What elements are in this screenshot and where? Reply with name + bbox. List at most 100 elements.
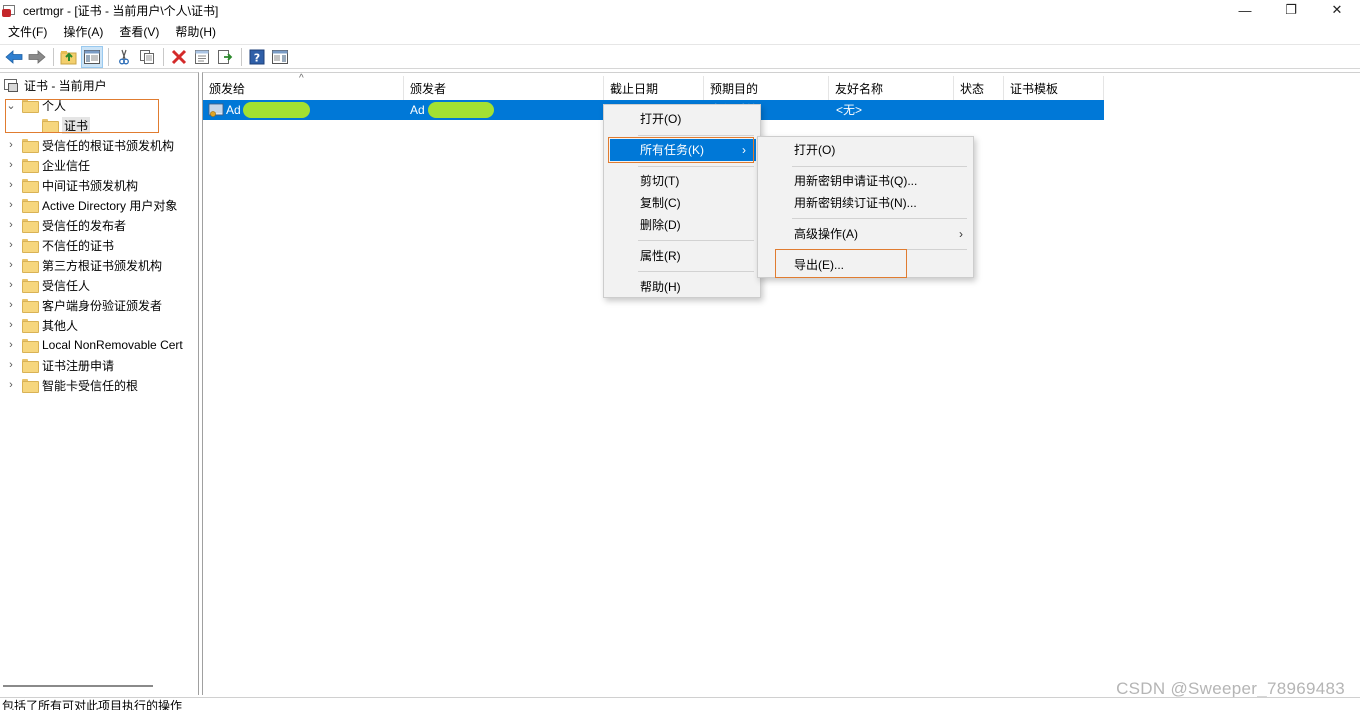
chevron-down-icon[interactable]: ⌄ — [5, 95, 17, 115]
tree-item[interactable]: › 受信任人 — [5, 275, 90, 295]
tree-item[interactable]: › 智能卡受信任的根 — [5, 375, 138, 395]
folder-icon — [22, 259, 39, 273]
context-menu-item-delete[interactable]: 删除(D) — [604, 214, 760, 236]
tree-root-label: 证书 - 当前用户 — [24, 78, 107, 93]
column-header-expiration[interactable]: 截止日期 — [604, 76, 704, 100]
cell-friendly-name: <无> — [836, 103, 863, 117]
tree-item-label: 个人 — [42, 98, 67, 113]
menu-action[interactable]: 操作(A) — [55, 21, 111, 43]
horizontal-scrollbar[interactable] — [3, 685, 153, 687]
menu-separator — [792, 166, 967, 167]
tree-item-label: 不信任的证书 — [42, 238, 115, 253]
copy-icon[interactable] — [136, 46, 158, 68]
tree-item[interactable]: › 受信任的发布者 — [5, 215, 126, 235]
menu-view[interactable]: 查看(V) — [111, 21, 167, 43]
chevron-right-icon[interactable]: › — [5, 135, 17, 155]
tree-item[interactable]: › 客户端身份验证颁发者 — [5, 295, 162, 315]
toolbar-separator — [241, 47, 242, 66]
menu-separator — [638, 135, 754, 136]
context-menu-item-copy[interactable]: 复制(C) — [604, 192, 760, 214]
context-menu-item-all-tasks[interactable]: 所有任务(K) › — [610, 139, 756, 161]
chevron-right-icon[interactable]: › — [5, 155, 17, 175]
submenu-item-export[interactable]: 导出(E)... — [758, 254, 973, 276]
forward-arrow-icon[interactable] — [26, 46, 48, 68]
folder-icon — [22, 239, 39, 253]
show-hide-tree-icon[interactable] — [81, 45, 103, 68]
folder-icon — [22, 379, 39, 393]
context-menu-item-help[interactable]: 帮助(H) — [604, 276, 760, 298]
tree-root[interactable]: 证书 - 当前用户 — [0, 75, 107, 95]
back-arrow-icon[interactable] — [3, 46, 25, 68]
folder-icon — [22, 359, 39, 373]
column-header-purpose[interactable]: 预期目的 — [704, 76, 829, 100]
redaction-mark — [243, 102, 310, 118]
up-folder-icon[interactable] — [58, 46, 80, 68]
folder-icon — [22, 299, 39, 313]
folder-icon — [22, 279, 39, 293]
redaction-mark — [428, 102, 494, 118]
menu-file[interactable]: 文件(F) — [0, 21, 55, 43]
chevron-right-icon[interactable]: › — [5, 355, 17, 375]
tree-item[interactable]: › 证书注册申请 — [5, 355, 114, 375]
chevron-right-icon[interactable]: › — [5, 295, 17, 315]
close-button[interactable]: ✕ — [1314, 0, 1360, 20]
folder-icon — [22, 139, 39, 153]
submenu-item-renew-new-key[interactable]: 用新密钥续订证书(N)... — [758, 192, 973, 214]
console-tree[interactable]: 证书 - 当前用户 ⌄ 个人 证书 › 受信任的根证书颁发机构 › 企业信任 ›… — [0, 72, 199, 695]
column-header-status[interactable]: 状态 — [954, 76, 1004, 100]
submenu-item-advanced[interactable]: 高级操作(A) › — [758, 223, 973, 245]
column-header-friendly-name[interactable]: 友好名称 — [829, 76, 954, 100]
properties-icon[interactable] — [191, 46, 213, 68]
tree-item[interactable]: › 不信任的证书 — [5, 235, 114, 255]
tree-item[interactable]: › 第三方根证书颁发机构 — [5, 255, 162, 275]
menu-separator — [638, 166, 754, 167]
sort-caret-icon: ^ — [299, 73, 304, 84]
minimize-button[interactable]: — — [1222, 0, 1268, 20]
tree-item[interactable]: › Local NonRemovable Cert — [5, 335, 183, 355]
chevron-right-icon[interactable]: › — [5, 375, 17, 395]
tree-item-personal[interactable]: ⌄ 个人 — [5, 95, 66, 115]
folder-icon — [22, 159, 39, 173]
chevron-right-icon[interactable]: › — [5, 275, 17, 295]
chevron-right-icon[interactable]: › — [5, 315, 17, 335]
certificates-snapin-icon — [4, 78, 20, 93]
column-header-issued-by[interactable]: 颁发者 — [404, 76, 604, 100]
tree-item[interactable]: › Active Directory 用户对象 — [5, 195, 177, 215]
help-icon[interactable]: ? — [246, 46, 268, 68]
context-menu: 打开(O) 所有任务(K) › 剪切(T) 复制(C) 删除(D) 属性(R) … — [603, 104, 761, 298]
context-menu-item-cut[interactable]: 剪切(T) — [604, 170, 760, 192]
certmgr-app-icon — [2, 3, 18, 17]
chevron-right-icon[interactable]: › — [5, 235, 17, 255]
menu-separator — [638, 271, 754, 272]
chevron-right-icon[interactable]: › — [5, 335, 17, 355]
context-menu-item-open[interactable]: 打开(O) — [604, 108, 760, 130]
context-menu-item-properties[interactable]: 属性(R) — [604, 245, 760, 267]
chevron-right-icon[interactable]: › — [5, 255, 17, 275]
chevron-right-icon: › — [959, 227, 963, 241]
tree-item-label: 证书注册申请 — [42, 358, 115, 373]
chevron-right-icon[interactable]: › — [5, 195, 17, 215]
tree-item[interactable]: › 受信任的根证书颁发机构 — [5, 135, 174, 155]
submenu-all-tasks: 打开(O) 用新密钥申请证书(Q)... 用新密钥续订证书(N)... 高级操作… — [757, 136, 974, 278]
maximize-button[interactable]: ❐ — [1268, 0, 1314, 20]
chevron-right-icon[interactable]: › — [5, 175, 17, 195]
tree-item-certificates[interactable]: 证书 — [37, 115, 91, 135]
delete-icon[interactable] — [168, 46, 190, 68]
export-list-icon[interactable] — [214, 46, 236, 68]
tree-item[interactable]: › 中间证书颁发机构 — [5, 175, 138, 195]
menu-help[interactable]: 帮助(H) — [167, 21, 224, 43]
chevron-right-icon[interactable]: › — [5, 215, 17, 235]
submenu-item-request-new-key[interactable]: 用新密钥申请证书(Q)... — [758, 170, 973, 192]
column-header-template[interactable]: 证书模板 — [1004, 76, 1104, 100]
status-text: 包括了所有可对此项目执行的操作 — [2, 699, 183, 710]
submenu-item-open[interactable]: 打开(O) — [758, 139, 973, 161]
tree-item-label: 受信任的根证书颁发机构 — [42, 138, 175, 153]
show-hide-action-pane-icon[interactable] — [269, 46, 291, 68]
tree-item[interactable]: › 其他人 — [5, 315, 78, 335]
title-bar: certmgr - [证书 - 当前用户\个人\证书] — ❐ ✕ — [0, 0, 1360, 20]
status-bar: 包括了所有可对此项目执行的操作 — [0, 697, 1360, 710]
cut-icon[interactable] — [113, 46, 135, 68]
toolbar-separator — [108, 47, 109, 66]
column-header-issued-to[interactable]: ^ 颁发给 — [203, 73, 404, 100]
tree-item[interactable]: › 企业信任 — [5, 155, 90, 175]
